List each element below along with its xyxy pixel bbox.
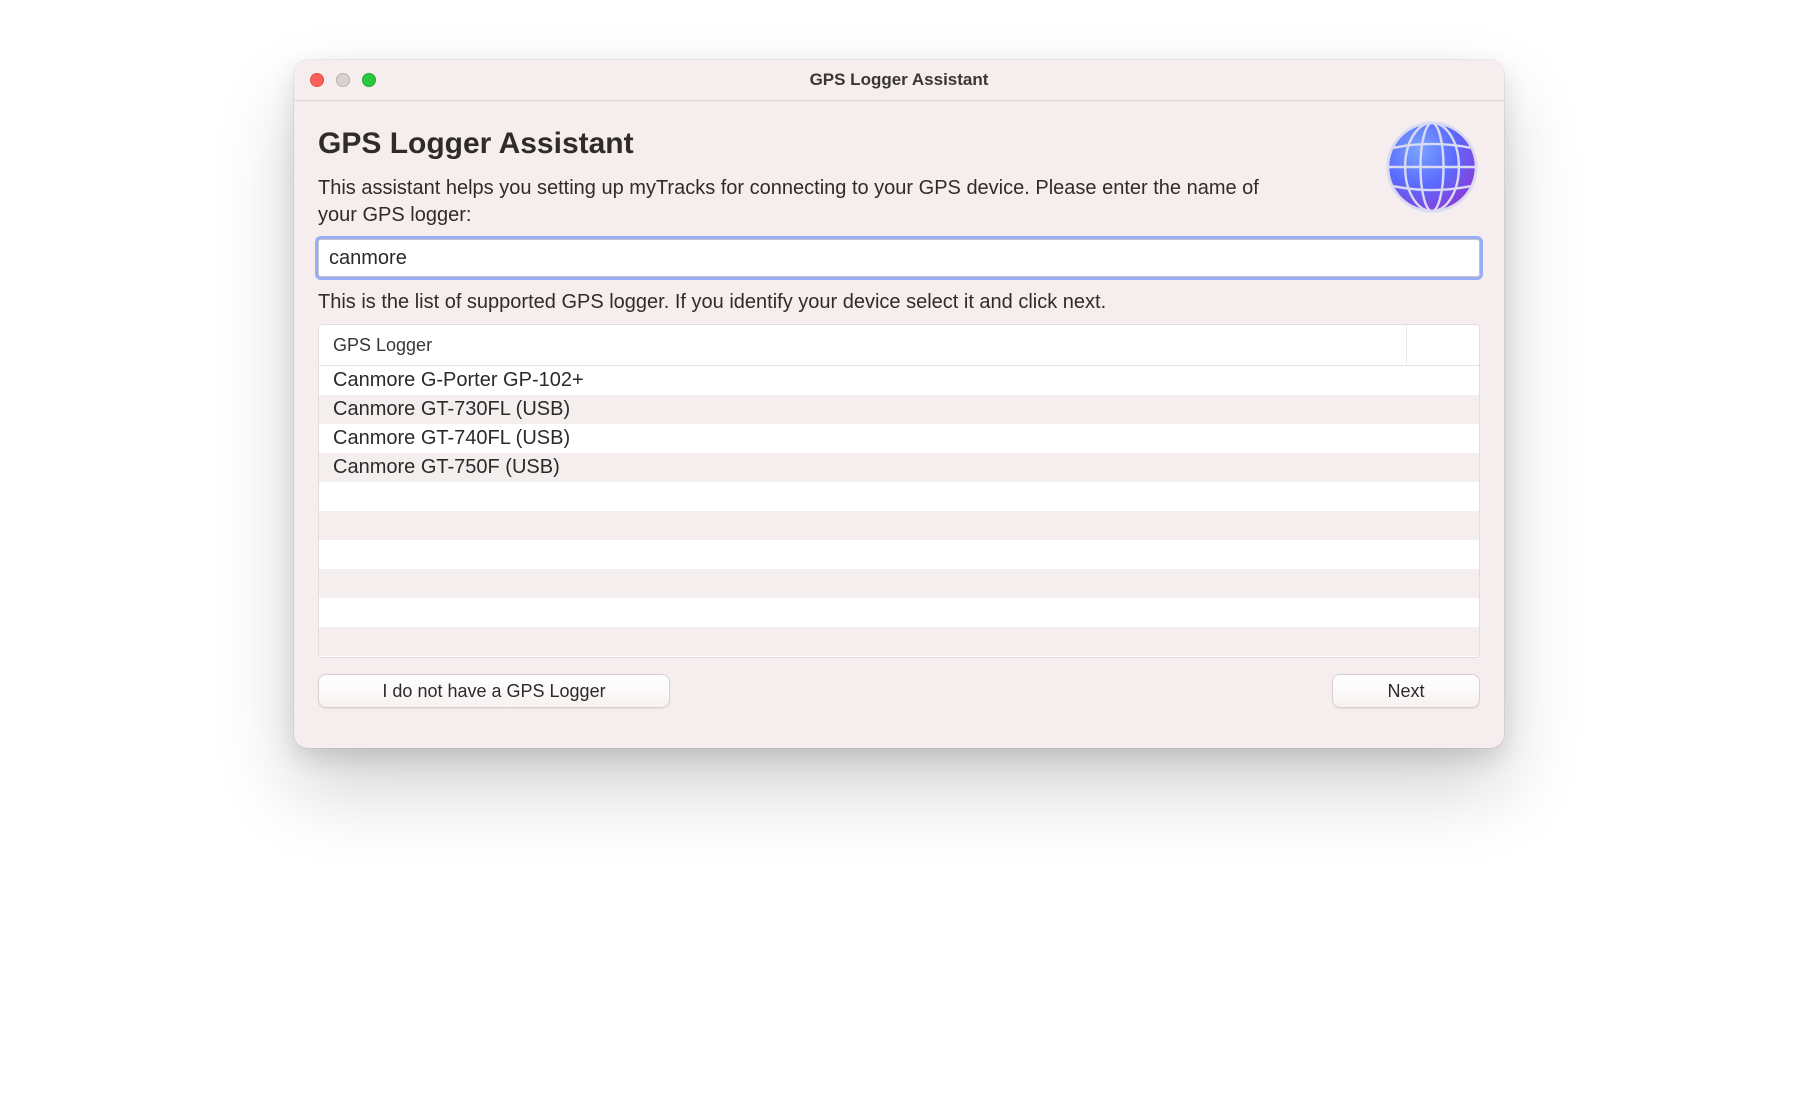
globe-icon [1384,119,1480,215]
no-logger-button[interactable]: I do not have a GPS Logger [318,674,670,708]
table-row-empty: . [319,627,1479,656]
page-title: GPS Logger Assistant [318,127,1298,161]
content: GPS Logger Assistant This assistant help… [294,101,1504,748]
table-row-empty: . [319,482,1479,511]
minimize-button[interactable] [336,73,350,87]
intro-text: This assistant helps you setting up myTr… [318,175,1298,229]
table-row-empty: . [319,511,1479,540]
table-body: Canmore G-Porter GP-102+ Canmore GT-730F… [319,366,1479,657]
assistant-window: GPS Logger Assistant GPS Logger Assistan… [294,60,1504,748]
zoom-button[interactable] [362,73,376,87]
titlebar: GPS Logger Assistant [294,60,1504,101]
table-row[interactable]: Canmore GT-740FL (USB) [319,424,1479,453]
table-row-empty: . [319,540,1479,569]
table-row[interactable]: Canmore G-Porter GP-102+ [319,366,1479,395]
table-row-empty: . [319,569,1479,598]
logger-name-input[interactable] [318,239,1480,277]
traffic-lights [310,73,376,87]
window-title: GPS Logger Assistant [294,70,1504,90]
close-button[interactable] [310,73,324,87]
table-row[interactable]: Canmore GT-750F (USB) [319,453,1479,482]
table-header-row: GPS Logger [319,325,1479,366]
logger-table: GPS Logger Canmore G-Porter GP-102+ Canm… [318,324,1480,658]
header-row: GPS Logger Assistant This assistant help… [318,123,1480,239]
table-header[interactable]: GPS Logger [319,325,1407,365]
header-text: GPS Logger Assistant This assistant help… [318,123,1298,239]
stage: GPS Logger Assistant GPS Logger Assistan… [0,0,1798,1094]
list-hint: This is the list of supported GPS logger… [318,291,1480,314]
table-row[interactable]: Canmore GT-730FL (USB) [319,395,1479,424]
footer: I do not have a GPS Logger Next [318,674,1480,708]
next-button[interactable]: Next [1332,674,1480,708]
table-row-empty: . [319,598,1479,627]
